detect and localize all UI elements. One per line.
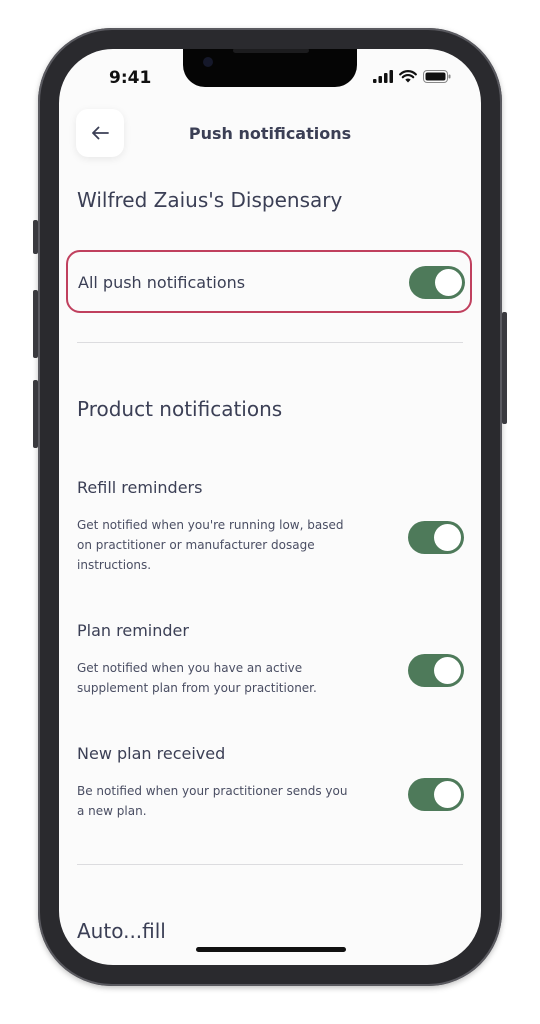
next-section-heading: Auto...fill [77,919,166,943]
wifi-icon [399,70,417,83]
battery-icon [423,70,451,83]
refill-reminders-toggle[interactable] [408,521,464,554]
app-screen: 9:41 Push notifications Wilfred Zaius's … [59,49,481,965]
toggle-knob [435,269,462,296]
silent-switch [33,220,38,254]
product-notifications-heading: Product notifications [77,397,283,421]
all-push-notifications-label: All push notifications [78,273,246,292]
volume-down-button [33,380,38,448]
dispensary-name: Wilfred Zaius's Dispensary [77,188,343,212]
volume-up-button [33,290,38,358]
toggle-knob [434,781,461,808]
plan-reminder-title: Plan reminder [77,621,189,640]
toggle-knob [434,657,461,684]
page-title: Push notifications [188,124,352,143]
camera [203,57,213,67]
power-button [502,312,507,424]
notch [183,49,357,87]
plan-reminder-description: Get notified when you have an active sup… [77,661,317,695]
divider [77,864,463,865]
home-indicator[interactable] [196,947,346,952]
speaker [233,49,309,53]
toggle-knob [434,524,461,551]
status-time: 9:41 [109,68,152,88]
plan-reminder-toggle[interactable] [408,654,464,687]
refill-reminders-description: Get notified when you're running low, ba… [77,518,344,572]
refill-reminders-title: Refill reminders [77,478,203,497]
all-push-notifications-row: All push notifications [66,250,472,313]
all-push-notifications-toggle[interactable] [409,266,465,299]
new-plan-received-description: Be notified when your practitioner sends… [77,784,348,818]
signal-icon [373,70,393,83]
new-plan-received-title: New plan received [77,744,226,763]
new-plan-received-toggle[interactable] [408,778,464,811]
status-icons [373,70,451,83]
divider [77,342,463,343]
